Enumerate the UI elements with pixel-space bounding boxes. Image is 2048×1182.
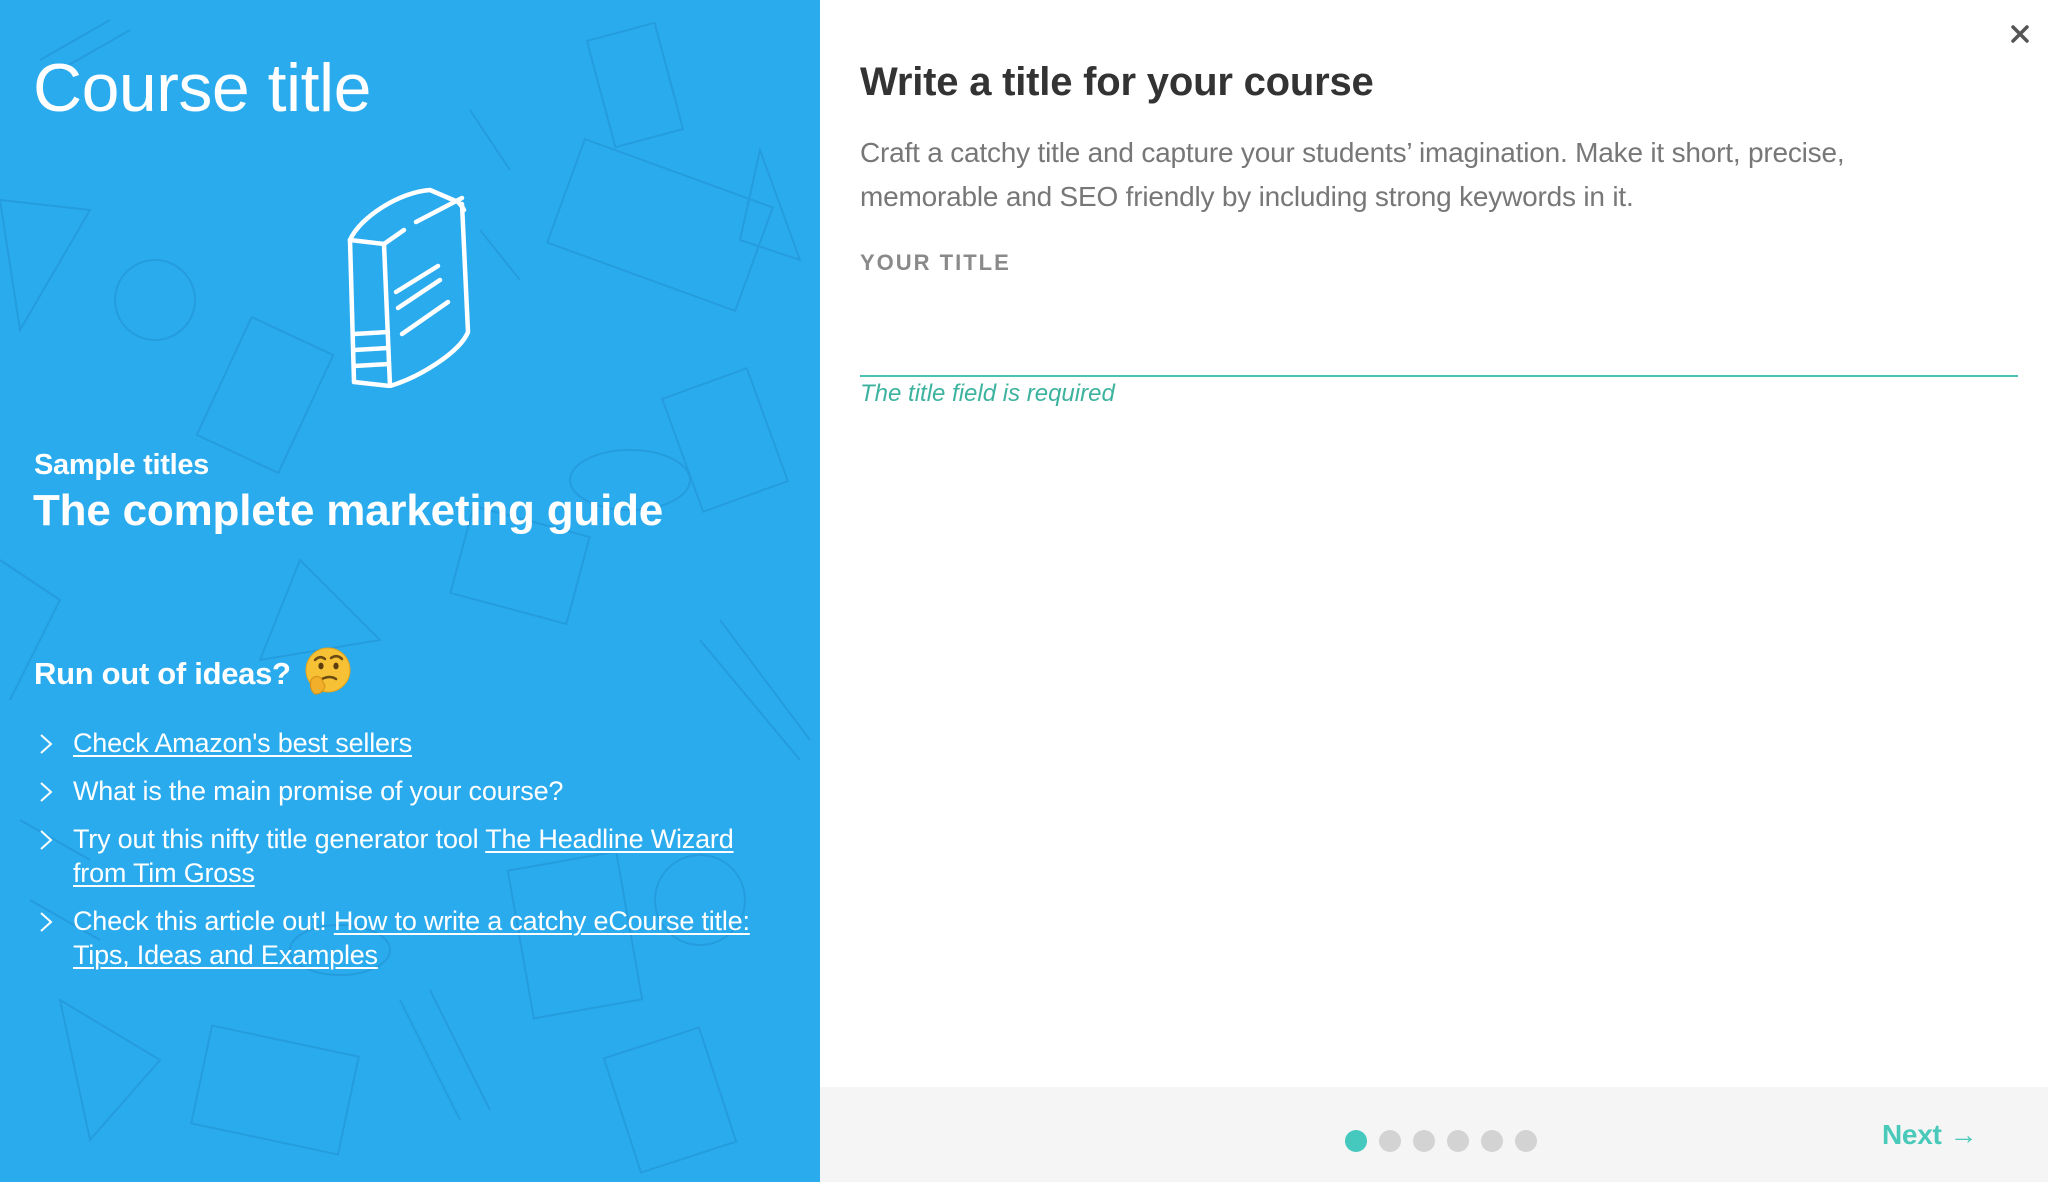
idea-item: Try out this nifty title generator tool …: [38, 822, 778, 890]
wizard-footer: Next →: [820, 1087, 2048, 1182]
chevron-right-icon: [40, 782, 53, 802]
next-button[interactable]: Next →: [1882, 1119, 1977, 1151]
form-description: Craft a catchy title and capture your st…: [860, 137, 1845, 212]
next-label: Next: [1882, 1119, 1942, 1150]
sample-titles-label: Sample titles: [34, 449, 209, 481]
step-dot-5[interactable]: [1481, 1130, 1503, 1152]
close-icon[interactable]: [2006, 20, 2034, 48]
idea-item: Check this article out! How to write a c…: [38, 904, 778, 972]
idea-text: Try out this nifty title generator tool: [73, 824, 486, 854]
idea-text: What is the main promise of your course?: [73, 776, 564, 806]
thinking-face-emoji-icon: [305, 647, 351, 695]
step-dot-2[interactable]: [1379, 1130, 1401, 1152]
ideas-heading-text: Run out of ideas?: [34, 656, 291, 691]
ideas-list: Check Amazon's best sellers What is the …: [38, 726, 798, 986]
idea-item: What is the main promise of your course?: [38, 774, 798, 808]
chevron-right-icon: [40, 912, 53, 932]
title-field-label: YOUR TITLE: [860, 250, 1011, 275]
title-form-panel: Write a title for your course Craft a ca…: [820, 0, 2048, 1182]
sample-title-value: The complete marketing guide: [33, 486, 664, 535]
arrow-right-icon: →: [1949, 1119, 1978, 1150]
book-icon: [347, 187, 471, 388]
amazon-best-sellers-link[interactable]: Check Amazon's best sellers: [73, 728, 412, 758]
panel-title: Course title: [33, 50, 371, 126]
idea-item: Check Amazon's best sellers: [38, 726, 798, 760]
course-title-input[interactable]: [860, 300, 2018, 377]
left-info-panel: Course title Sample titles The complete …: [0, 0, 820, 1182]
step-dot-6[interactable]: [1515, 1130, 1537, 1152]
title-error-message: The title field is required: [860, 380, 1115, 407]
step-dot-3[interactable]: [1413, 1130, 1435, 1152]
doodle-background-pattern: [0, 19, 811, 1174]
step-indicator: [1345, 1130, 1537, 1152]
ideas-heading: Run out of ideas?: [34, 647, 353, 700]
chevron-right-icon: [40, 830, 53, 850]
step-dot-4[interactable]: [1447, 1130, 1469, 1152]
form-heading: Write a title for your course: [860, 60, 1374, 104]
idea-text: Check this article out!: [73, 906, 334, 936]
chevron-right-icon: [40, 734, 53, 754]
step-dot-1[interactable]: [1345, 1130, 1367, 1152]
